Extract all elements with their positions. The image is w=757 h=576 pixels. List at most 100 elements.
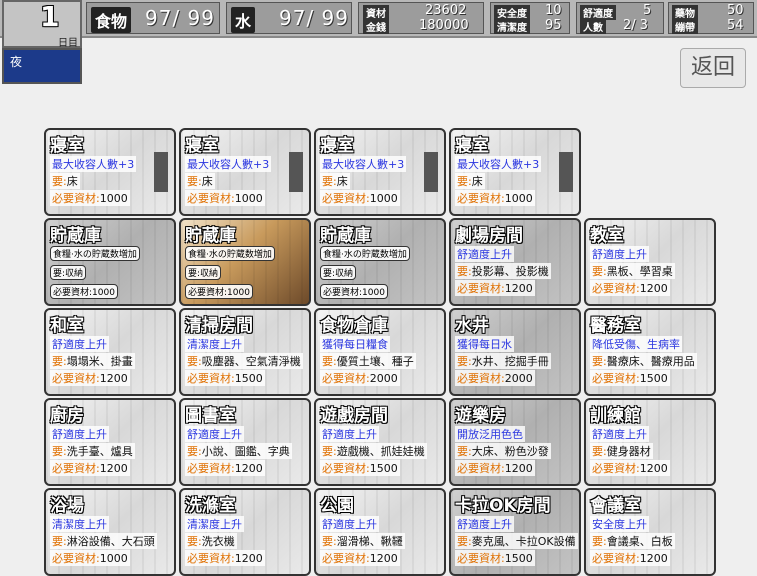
room-card[interactable]: 貯蔵庫 食糧·水の貯蔵数増加 要:収納 必要資材:1000	[314, 218, 446, 306]
req-prefix: 要:	[457, 265, 472, 278]
water-value: 97/ 99	[279, 6, 349, 30]
room-card[interactable]: 訓練館 舒適度上升 要:健身器材 必要資材:1200	[584, 398, 716, 486]
room-title: 遊戲房間	[320, 406, 388, 426]
room-card[interactable]: 公園 舒適度上升 要:溜滑梯、鞦韆 必要資材:1200	[314, 488, 446, 576]
req-items: 水井、挖掘手冊	[471, 355, 549, 368]
req-items: 遊戲機、抓娃娃機	[336, 445, 425, 458]
room-card[interactable]: 清掃房間 清潔度上升 要:吸塵器、空氣清淨機 必要資材:1500	[179, 308, 311, 396]
room-title: 醫務室	[590, 316, 641, 336]
room-requirement: 要:床	[320, 173, 350, 189]
cost-value: 1000	[362, 288, 385, 298]
room-card[interactable]: 遊樂房 開放泛用色色 要:大床、粉色沙發 必要資材:1200	[449, 398, 581, 486]
room-card[interactable]: 寢室 最大收容人數+3 要:床 必要資材:1000	[179, 128, 311, 216]
room-card-selected[interactable]: 貯蔵庫 食糧·水の貯蔵数増加 要:収納 必要資材:1000	[179, 218, 311, 306]
door-icon	[289, 152, 303, 192]
room-title: 寢室	[320, 136, 354, 156]
room-title: 食物倉庫	[320, 316, 388, 336]
room-card[interactable]: 圖書室 舒適度上升 要:小說、圖鑑、字典 必要資材:1200	[179, 398, 311, 486]
room-effect: 舒適度上升	[455, 246, 514, 262]
cost-prefix: 必要資材:	[187, 552, 235, 565]
room-cost: 必要資材:1200	[455, 460, 535, 476]
room-card[interactable]: 廚房 舒適度上升 要:洗手臺、爐具 必要資材:1200	[44, 398, 176, 486]
room-cost: 必要資材:1000	[50, 284, 118, 299]
cost-prefix: 必要資材:	[322, 552, 370, 565]
room-cost: 必要資材:1200	[185, 550, 265, 566]
room-effect: 獲得每日糧食	[320, 336, 390, 352]
safety-clean-stat: 安全度 10 清潔度 95	[490, 2, 570, 34]
room-effect: 最大收容人數+3	[455, 156, 542, 172]
room-requirement: 要:水井、挖掘手冊	[455, 353, 551, 369]
room-card[interactable]: 醫務室 降低受傷、生病率 要:醫療床、醫療用品 必要資材:1500	[584, 308, 716, 396]
cost-value: 1200	[99, 372, 128, 385]
bandage-value: 54	[727, 18, 744, 33]
room-requirement: 要:洗衣機	[185, 533, 237, 549]
room-requirement: 要:醫療床、醫療用品	[590, 353, 697, 369]
room-card[interactable]: 洗滌室 清潔度上升 要:洗衣機 必要資材:1200	[179, 488, 311, 576]
cost-prefix: 必要資材:	[52, 372, 100, 385]
cost-prefix: 必要資材:	[187, 462, 235, 475]
room-effect: 舒適度上升	[320, 426, 379, 442]
req-prefix: 要:	[52, 535, 67, 548]
room-title: 清掃房間	[185, 316, 253, 336]
medicine-value: 50	[727, 3, 744, 18]
room-requirement: 要:大床、粉色沙發	[455, 443, 551, 459]
comfort-people-stat: 舒適度 5 人數 2/ 3	[576, 2, 664, 34]
safety-value: 10	[545, 3, 562, 18]
req-prefix: 要:	[457, 175, 472, 188]
room-title: 貯蔵庫	[50, 226, 101, 246]
room-card[interactable]: 會議室 安全度上升 要:會議桌、白板 必要資材:1200	[584, 488, 716, 576]
people-label: 人數	[580, 19, 606, 34]
room-card[interactable]: 浴場 清潔度上升 要:淋浴設備、大石頭 必要資材:1000	[44, 488, 176, 576]
return-button[interactable]: 返回	[680, 48, 746, 88]
room-card[interactable]: 寢室 最大收容人數+3 要:床 必要資材:1000	[44, 128, 176, 216]
room-cost: 必要資材:1500	[185, 370, 265, 386]
room-card[interactable]: 寢室 最大收容人數+3 要:床 必要資材:1000	[449, 128, 581, 216]
req-prefix: 要:	[592, 265, 607, 278]
req-items: 醫療床、醫療用品	[606, 355, 695, 368]
req-prefix: 要:	[187, 175, 202, 188]
room-card[interactable]: 寢室 最大收容人數+3 要:床 必要資材:1000	[314, 128, 446, 216]
cost-prefix: 必要資材:	[457, 462, 505, 475]
room-cost: 必要資材:1200	[590, 280, 670, 296]
room-requirement: 要:會議桌、白板	[590, 533, 675, 549]
room-title: 水井	[455, 316, 489, 336]
room-card[interactable]: 貯蔵庫 食糧·水の貯蔵数増加 要:収納 必要資材:1000	[44, 218, 176, 306]
req-items: 大床、粉色沙發	[471, 445, 549, 458]
room-card[interactable]: 卡拉OK房間 舒適度上升 要:麥克風、卡拉OK設備 必要資材:1500	[449, 488, 581, 576]
req-prefix: 要:	[52, 175, 67, 188]
req-prefix: 要:	[188, 269, 201, 279]
room-card[interactable]: 劇場房間 舒適度上升 要:投影幕、投影機 必要資材:1200	[449, 218, 581, 306]
cost-prefix: 必要資材:	[52, 192, 100, 205]
room-cost: 必要資材:1000	[50, 550, 130, 566]
cost-prefix: 必要資材:	[323, 288, 363, 298]
cost-prefix: 必要資材:	[322, 192, 370, 205]
req-prefix: 要:	[323, 269, 336, 279]
room-effect: 舒適度上升	[455, 516, 514, 532]
room-requirement: 要:投影幕、投影機	[455, 263, 551, 279]
room-card[interactable]: 和室 舒適度上升 要:塌塌米、掛畫 必要資材:1200	[44, 308, 176, 396]
room-effect: 舒適度上升	[590, 246, 649, 262]
room-title: 浴場	[50, 496, 84, 516]
room-card[interactable]: 食物倉庫 獲得每日糧食 要:優質土壤、種子 必要資材:2000	[314, 308, 446, 396]
room-requirement: 要:健身器材	[590, 443, 653, 459]
room-card[interactable]: 水井 獲得每日水 要:水井、挖掘手冊 必要資材:2000	[449, 308, 581, 396]
cost-prefix: 必要資材:	[592, 462, 640, 475]
room-card[interactable]: 教室 舒適度上升 要:黑板、學習桌 必要資材:1200	[584, 218, 716, 306]
req-items: 溜滑梯、鞦韆	[336, 535, 403, 548]
room-title: 遊樂房	[455, 406, 506, 426]
room-requirement: 要:遊戲機、抓娃娃機	[320, 443, 427, 459]
door-icon	[424, 152, 438, 192]
room-effect: 降低受傷、生病率	[590, 336, 682, 352]
room-title: 公園	[320, 496, 354, 516]
cost-prefix: 必要資材:	[457, 552, 505, 565]
cost-prefix: 必要資材:	[322, 372, 370, 385]
req-prefix: 要:	[53, 269, 66, 279]
room-requirement: 要:洗手臺、爐具	[50, 443, 135, 459]
room-card[interactable]: 遊戲房間 舒適度上升 要:遊戲機、抓娃娃機 必要資材:1500	[314, 398, 446, 486]
room-effect: 最大收容人數+3	[320, 156, 407, 172]
cost-prefix: 必要資材:	[457, 282, 505, 295]
cost-value: 1000	[234, 192, 263, 205]
room-requirement: 要:収納	[50, 265, 87, 280]
room-cost: 必要資材:1200	[50, 370, 130, 386]
room-effect: 最大收容人數+3	[50, 156, 137, 172]
